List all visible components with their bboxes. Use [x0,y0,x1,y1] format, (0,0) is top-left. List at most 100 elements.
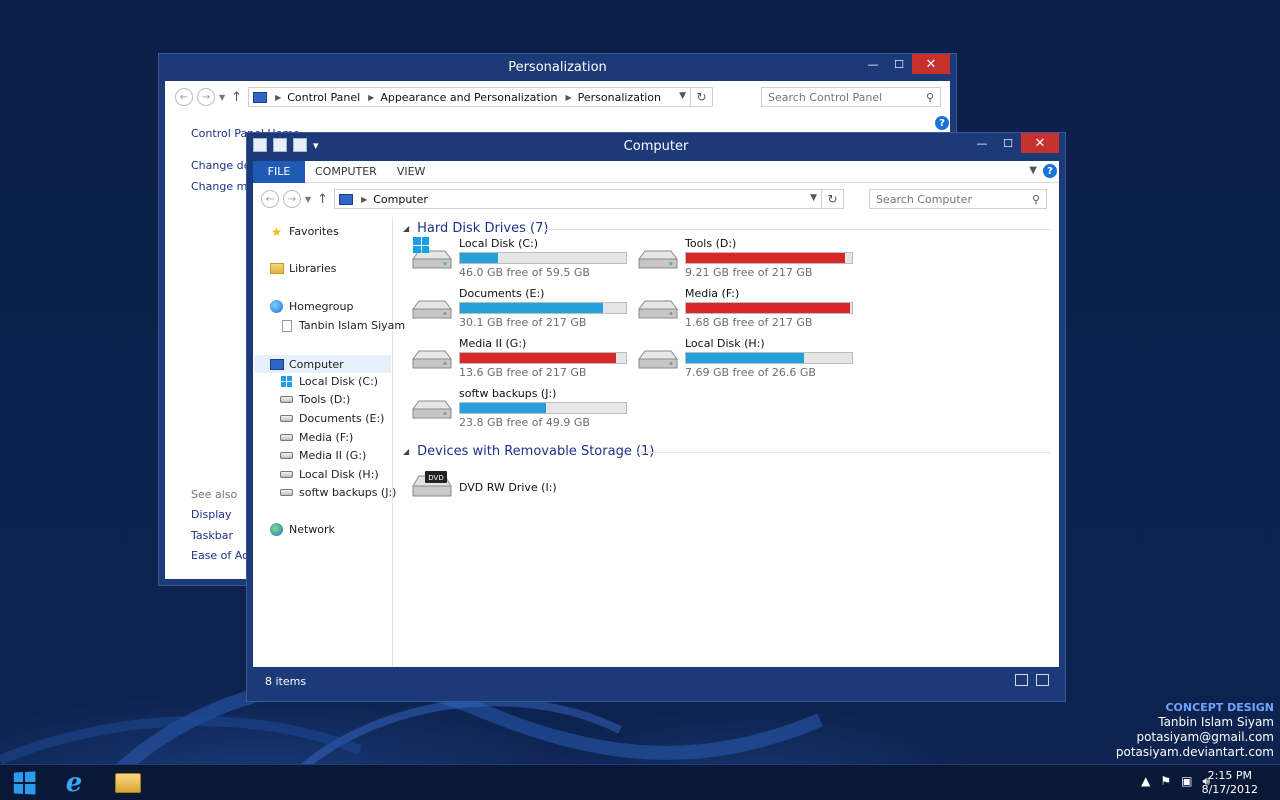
maximize-button[interactable]: ☐ [995,133,1021,153]
recent-locations-arrow[interactable]: ▼ [219,93,225,102]
forward-button[interactable]: → [283,190,301,208]
start-button[interactable] [2,768,46,798]
breadcrumb-separator: ▶ [275,92,282,102]
drive-item[interactable]: Local Disk (C:) 46.0 GB free of 59.5 GB [411,237,641,283]
nav-label: Tanbin Islam Siyam [299,319,406,332]
collapse-triangle-icon[interactable]: ◢ [403,224,409,233]
status-bar: 8 items [253,667,1059,695]
drive-item[interactable]: Media (F:) 1.68 GB free of 217 GB [637,287,867,333]
navigation-pane: ★ Favorites Libraries Homegroup Tanbin I… [253,217,405,667]
tab-computer[interactable]: COMPUTER [305,161,387,183]
clock-time: 2:15 PM [1207,769,1252,782]
maximize-button[interactable]: ☐ [886,54,912,74]
drive-icon [279,393,294,406]
computer-window[interactable]: ▾ Computer — ☐ ✕ FILE COMPUTER VIEW ▼ ? … [246,132,1066,702]
back-button[interactable]: ← [261,190,279,208]
drive-usage-fill [460,253,499,263]
nav-computer[interactable]: Computer [255,355,391,373]
drive-icon [279,449,294,462]
drive-item[interactable]: Media II (G:) 13.6 GB free of 217 GB [411,337,641,383]
details-view-icon[interactable] [1015,674,1028,686]
help-icon[interactable]: ? [935,116,949,130]
search-input[interactable] [870,192,1022,206]
collapse-triangle-icon[interactable]: ◢ [403,447,409,456]
chevron-down-icon[interactable]: ▼ [679,91,686,101]
taskbar: e ▲ ⚑ ▣ 🔊︎ 2:15 PM 8/17/2012 [0,764,1280,800]
credit-website: potasiyam.deviantart.com [1115,745,1274,759]
search-control-panel-box[interactable]: ⚲ [761,87,941,107]
minimize-button[interactable]: — [969,133,995,153]
file-explorer-button[interactable] [106,768,150,798]
drive-item[interactable]: Tools (D:) 9.21 GB free of 217 GB [637,237,867,283]
back-button[interactable]: ← [175,88,193,106]
address-bar[interactable]: ▶ Computer ▼ ↻ [334,189,845,209]
search-icon[interactable]: ⚲ [926,91,934,104]
drive-item[interactable]: softw backups (J:) 23.8 GB free of 49.9 G… [411,387,641,433]
nav-drive-d[interactable]: Tools (D:) [279,393,350,406]
help-icon[interactable]: ? [1043,164,1057,178]
view-switcher [1015,674,1049,686]
flag-icon[interactable]: ⚑ [1160,774,1171,789]
group-hard-disk-drives[interactable]: ◢ Hard Disk Drives (7) [403,221,548,236]
breadcrumb-control-panel[interactable]: Control Panel [287,91,360,104]
personalization-titlebar[interactable]: Personalization — ☐ ✕ [159,54,956,82]
dvd-drive-item[interactable]: DVD DVD RW Drive (I:) [411,470,641,516]
expand-ribbon-icon[interactable]: ▼ [1029,165,1037,176]
close-button[interactable]: ✕ [912,54,950,74]
nav-drive-j[interactable]: softw backups (J:) [279,486,396,499]
item-count: 8 items [265,674,307,688]
show-hidden-icons-icon[interactable]: ▲ [1141,774,1150,789]
computer-icon [339,193,354,205]
clock[interactable]: 2:15 PM 8/17/2012 [1202,769,1258,797]
search-computer-box[interactable]: ⚲ [869,189,1047,209]
breadcrumb-computer[interactable]: Computer [373,193,428,206]
close-button[interactable]: ✕ [1021,133,1059,153]
nav-drive-e[interactable]: Documents (E:) [279,412,384,425]
search-icon[interactable]: ⚲ [1032,193,1040,206]
drive-usage-bar [459,302,627,314]
internet-explorer-button[interactable]: e [52,768,96,798]
nav-homegroup[interactable]: Homegroup [269,300,353,313]
search-input[interactable] [762,90,916,104]
network-icon[interactable]: ▣ [1181,774,1192,789]
homegroup-icon [269,300,284,313]
tab-file[interactable]: FILE [253,160,305,183]
breadcrumb-personalization[interactable]: Personalization [578,91,661,104]
group-removable-storage[interactable]: ◢ Devices with Removable Storage (1) [403,444,654,459]
nav-drive-h[interactable]: Local Disk (H:) [279,468,379,481]
nav-libraries[interactable]: Libraries [269,262,337,275]
refresh-icon[interactable]: ↻ [821,190,843,208]
up-button[interactable]: ↑ [231,90,242,105]
change-mouse-pointers-link[interactable]: Change mo [191,180,254,193]
drive-usage-fill [460,353,617,363]
group-title: Hard Disk Drives (7) [417,221,549,236]
hard-drive-icon [412,400,452,419]
nav-label: Network [289,523,335,536]
nav-favorites[interactable]: ★ Favorites [269,225,339,239]
computer-titlebar[interactable]: ▾ Computer — ☐ ✕ [247,133,1065,161]
refresh-icon[interactable]: ↻ [690,88,712,106]
nav-drive-c[interactable]: Local Disk (C:) [279,375,378,388]
nav-drive-f[interactable]: Media (F:) [279,431,353,444]
address-bar[interactable]: ▶ Control Panel ▶ Appearance and Persona… [248,87,714,107]
drive-free-space: 46.0 GB free of 59.5 GB [459,266,590,279]
tab-view[interactable]: VIEW [387,161,436,183]
see-also-display-link[interactable]: Display [191,508,232,521]
see-also-taskbar-link[interactable]: Taskbar [191,529,233,542]
drive-item[interactable]: Documents (E:) 30.1 GB free of 217 GB [411,287,641,333]
nav-label: Libraries [289,262,337,275]
drive-usage-bar [685,352,853,364]
forward-button[interactable]: → [197,88,215,106]
drive-icon [279,431,294,444]
recent-locations-arrow[interactable]: ▼ [305,195,311,204]
nav-homegroup-user[interactable]: Tanbin Islam Siyam [279,319,405,332]
nav-network[interactable]: Network [269,523,335,536]
chevron-down-icon[interactable]: ▼ [810,193,817,203]
nav-drive-g[interactable]: Media II (G:) [279,449,366,462]
up-button[interactable]: ↑ [317,192,328,207]
minimize-button[interactable]: — [860,54,886,74]
drive-item[interactable]: Local Disk (H:) 7.69 GB free of 26.6 GB [637,337,867,383]
breadcrumb-appearance[interactable]: Appearance and Personalization [380,91,557,104]
large-icons-view-icon[interactable] [1036,674,1049,686]
drive-name: Media (F:) [685,287,740,300]
